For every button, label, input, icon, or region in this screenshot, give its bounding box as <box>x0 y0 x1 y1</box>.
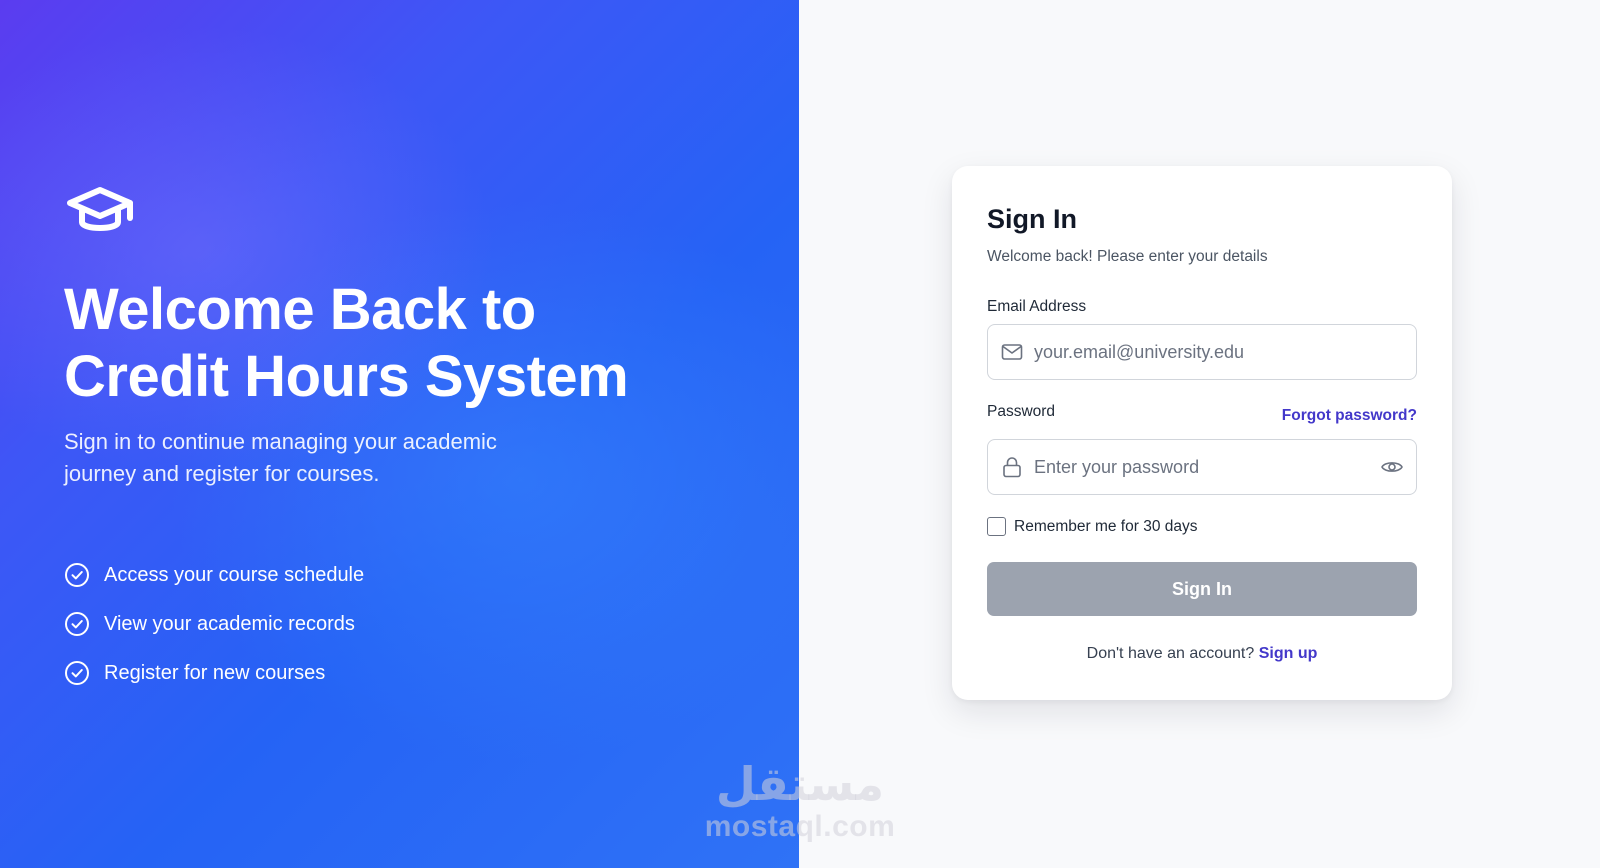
hero-subtitle: Sign in to continue managing your academ… <box>64 429 497 486</box>
email-label: Email Address <box>987 298 1087 315</box>
signup-prompt: Don't have an account? <box>1086 645 1259 662</box>
watermark-latin: mostaql.com <box>704 810 896 843</box>
password-label: Password <box>987 403 1056 420</box>
check-circle-icon <box>65 612 89 636</box>
feature-list: Access your course schedule View your ac… <box>64 562 364 709</box>
graduation-cap-icon <box>67 187 133 231</box>
eye-icon[interactable] <box>1380 455 1404 479</box>
mail-icon <box>1001 344 1023 360</box>
password-field[interactable] <box>987 439 1417 495</box>
watermark-arabic: مستقل <box>715 758 885 810</box>
watermark: مستقل mostaql.com <box>700 758 900 844</box>
signup-prompt-line: Don't have an account? Sign up <box>952 645 1452 663</box>
form-title: Sign In <box>987 204 1077 234</box>
feature-item: Register for new courses <box>64 660 364 686</box>
feature-label: Register for new courses <box>104 661 326 684</box>
feature-item: View your academic records <box>64 611 364 637</box>
remember-me[interactable]: Remember me for 30 days <box>987 517 1198 536</box>
hero-panel: Welcome Back to Credit Hours System Sign… <box>0 0 799 868</box>
feature-item: Access your course schedule <box>64 562 364 588</box>
lock-icon <box>1003 457 1021 478</box>
hero-title: Welcome Back to Credit Hours System <box>64 277 629 409</box>
email-input[interactable] <box>1034 341 1404 363</box>
feature-label: View your academic records <box>104 612 355 635</box>
check-circle-icon <box>65 661 89 685</box>
sign-up-link[interactable]: Sign up <box>1259 645 1318 662</box>
check-circle-icon <box>65 563 89 587</box>
form-subtitle: Welcome back! Please enter your details <box>987 248 1268 265</box>
feature-label: Access your course schedule <box>104 563 365 586</box>
remember-checkbox[interactable] <box>987 517 1006 536</box>
forgot-password-link[interactable]: Forgot password? <box>1282 407 1417 425</box>
password-input[interactable] <box>1034 456 1380 478</box>
remember-label: Remember me for 30 days <box>1014 517 1198 535</box>
email-field[interactable] <box>987 324 1417 380</box>
sign-in-card: Sign In Welcome back! Please enter your … <box>952 166 1452 700</box>
sign-in-button[interactable]: Sign In <box>987 562 1417 616</box>
